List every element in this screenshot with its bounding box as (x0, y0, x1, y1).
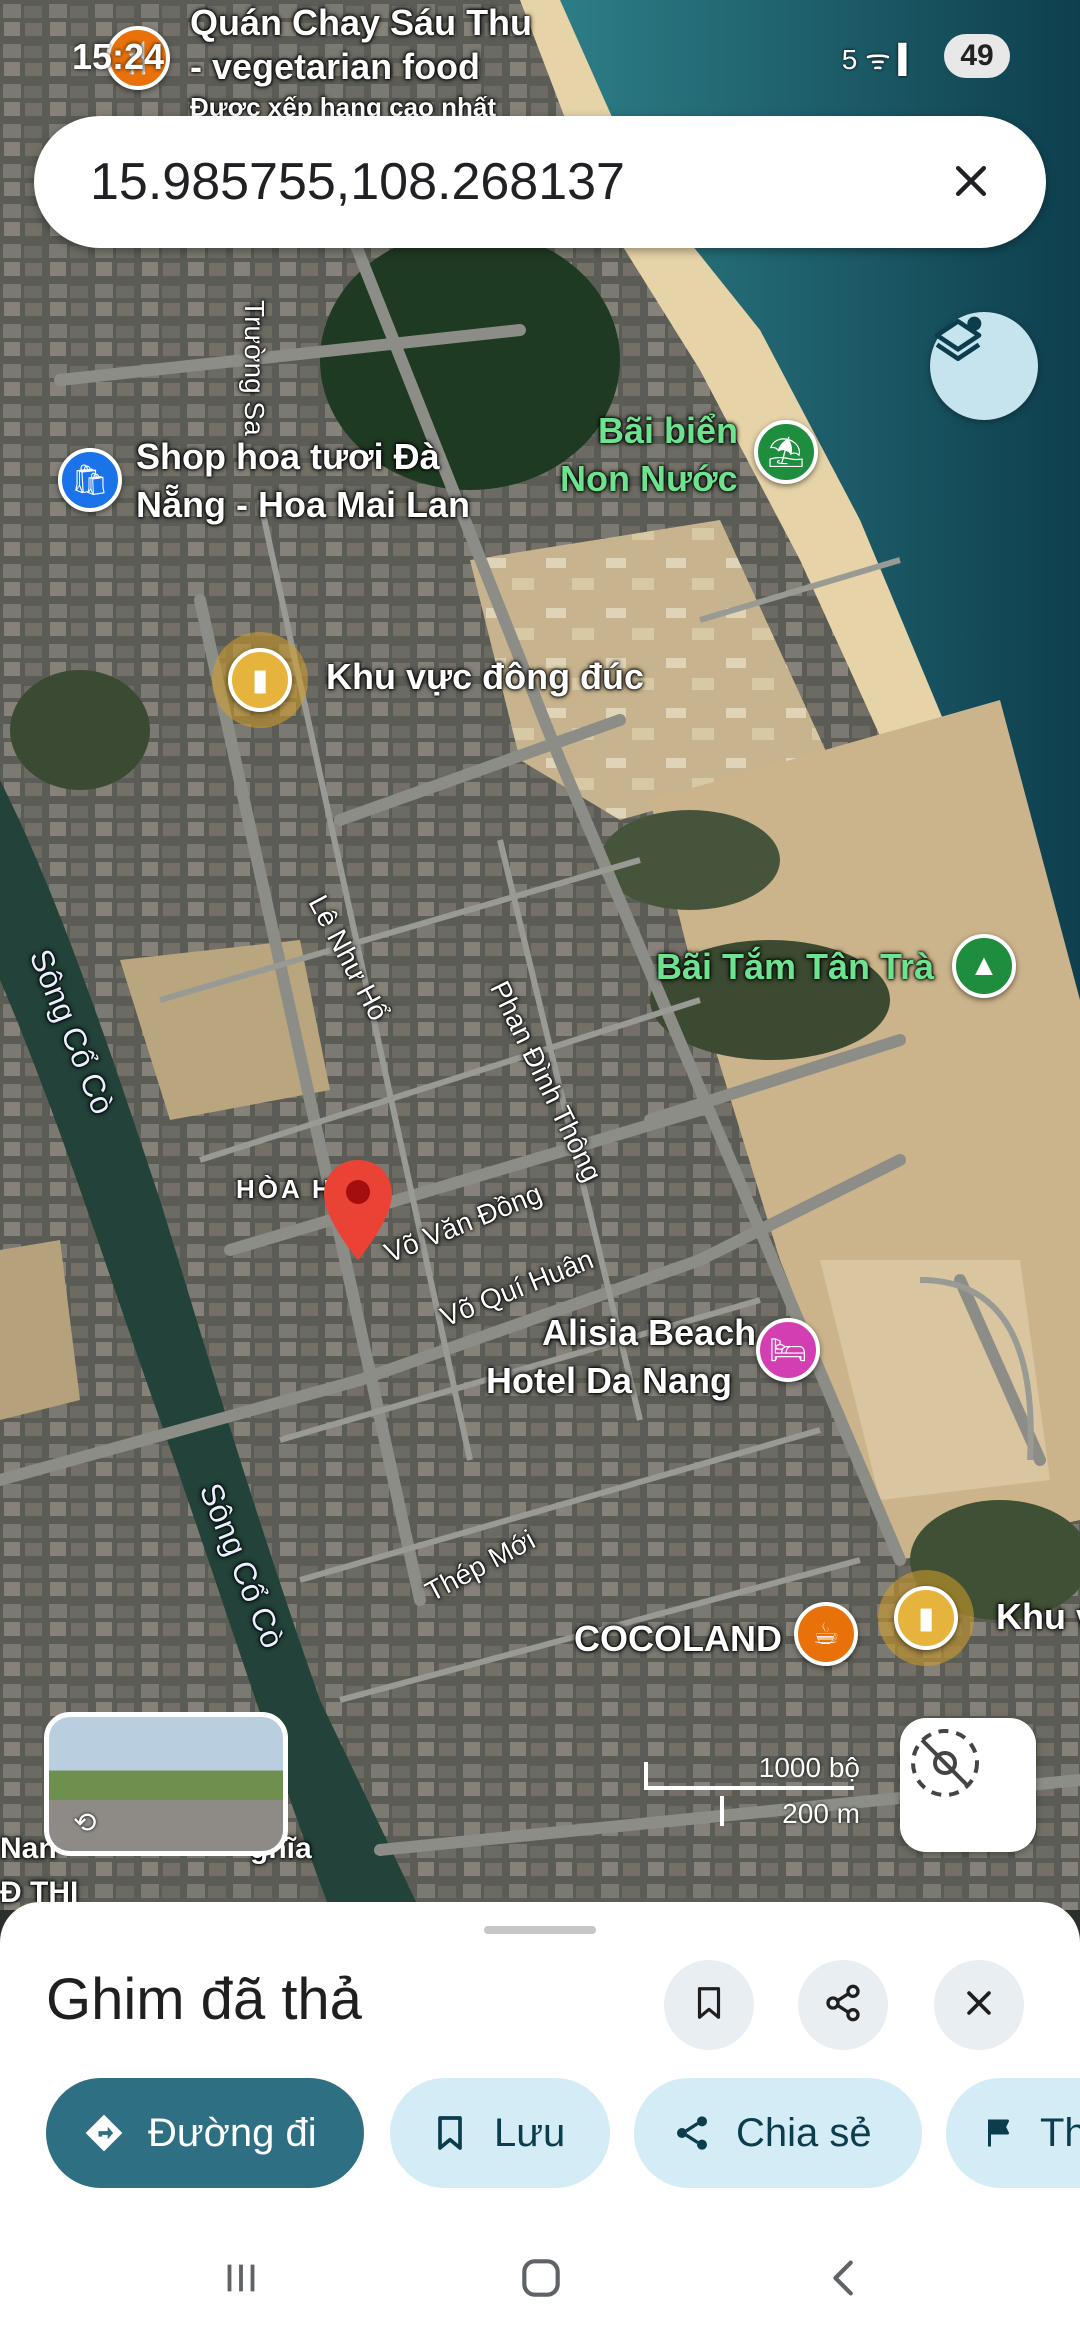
poi-label-shop-hoa[interactable]: Shop hoa tươi Đà (136, 436, 440, 478)
directions-button[interactable]: Đường đi (46, 2078, 364, 2188)
share-label: Chia sẻ (736, 2110, 872, 2155)
status-time: 15:24 (72, 36, 165, 77)
directions-label: Đường đi (148, 2110, 317, 2155)
report-button[interactable]: Th (946, 2078, 1080, 2188)
back-icon (822, 2255, 868, 2306)
poi-label-alisia-sub: Hotel Da Nang (486, 1360, 733, 1401)
close-icon (949, 148, 993, 217)
area-label-hoa-hai: HÒA H (236, 1174, 334, 1204)
scale-imperial: 1000 bộ (758, 1752, 860, 1783)
bookmark-icon (428, 2111, 472, 2155)
park-pin-icon[interactable]: ▲ (952, 934, 1016, 998)
close-sheet-button[interactable] (934, 1960, 1024, 2050)
street-label-truong-sa: Trường Sa (239, 300, 270, 436)
share-icon (670, 2111, 714, 2155)
share-icon (823, 1983, 863, 2028)
my-location-button[interactable] (900, 1718, 1036, 1852)
flag-icon (982, 2111, 1018, 2155)
shop-pin-icon[interactable]: 🛍 (58, 448, 122, 512)
status-bar: 15:24 5 ᯤ ▍ 49 (0, 0, 1080, 110)
battery-indicator: 49 (944, 34, 1010, 78)
back-button[interactable] (810, 2250, 880, 2310)
poi-label-cocoland[interactable]: COCOLAND (574, 1618, 782, 1660)
scale-metric: 200 m (782, 1798, 860, 1829)
poi-label-bai-tam[interactable]: Bãi Tắm Tân Trà (656, 946, 934, 988)
signal-icon: 5 ᯤ ▍ (841, 44, 920, 75)
share-button[interactable]: Chia sẻ (634, 2078, 922, 2188)
poi-label-bai-bien[interactable]: Bãi biển (598, 410, 738, 452)
busy-area-icon[interactable]: ▮ (228, 648, 292, 712)
map-scale: 1000 bộ 200 m (640, 1752, 880, 1834)
share-icon-button[interactable] (798, 1960, 888, 2050)
layers-button[interactable] (930, 312, 1038, 420)
directions-icon (82, 2111, 126, 2155)
rotate-360-icon: ⟲ (73, 1807, 97, 1838)
poi-label-shop-hoa-sub: Nẵng - Hoa Mai Lan (136, 484, 471, 525)
save-icon-button[interactable] (664, 1960, 754, 2050)
search-box[interactable]: 15.985755,108.268137 (34, 116, 1046, 248)
busy-area-label[interactable]: Khu vực đông đúc (326, 656, 644, 698)
system-nav-bar (0, 2210, 1080, 2340)
busy-area-label-2: Khu vu (996, 1596, 1080, 1637)
satellite-map[interactable]: Quán Chay Sáu Thu - vegetarian food Được… (0, 0, 1080, 1910)
cafe-pin-icon[interactable]: ☕ (794, 1602, 858, 1666)
home-icon (516, 2253, 566, 2308)
busy-area-icon-2[interactable]: ▮ (894, 1586, 958, 1650)
search-query[interactable]: 15.985755,108.268137 (34, 152, 926, 212)
poi-label-bai-bien-sub: Non Nước (560, 458, 738, 499)
report-label: Th (1040, 2110, 1080, 2155)
recent-apps-icon (218, 2255, 264, 2306)
close-icon (962, 1986, 996, 2025)
sheet-drag-handle[interactable] (484, 1926, 596, 1934)
save-button[interactable]: Lưu (390, 2078, 610, 2188)
sheet-title: Ghim đã thả (46, 1967, 362, 2032)
recent-apps-button[interactable] (206, 2250, 276, 2310)
clear-search-button[interactable] (926, 137, 1016, 227)
beach-pin-icon[interactable]: ⛱ (754, 420, 818, 484)
street-view-thumbnail[interactable]: ⟲ (44, 1712, 288, 1856)
bookmark-icon (690, 1984, 728, 2027)
save-label: Lưu (494, 2110, 566, 2155)
home-button[interactable] (506, 2250, 576, 2310)
hotel-pin-icon[interactable]: 🛏 (756, 1318, 820, 1382)
poi-label-alisia[interactable]: Alisia Beach (542, 1312, 756, 1354)
